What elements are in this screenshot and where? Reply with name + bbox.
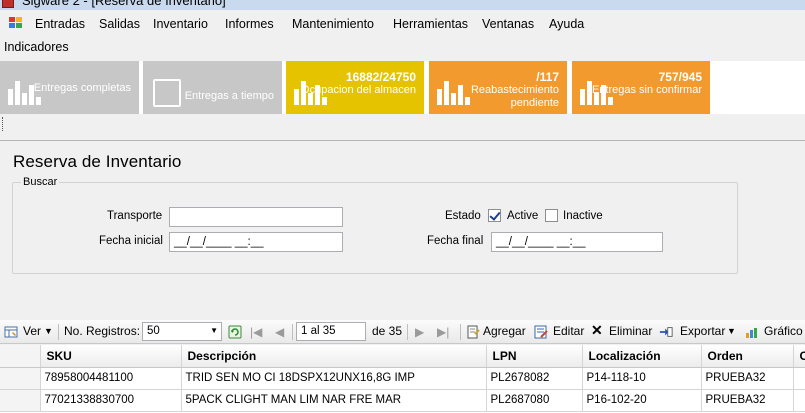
app-window-icon (2, 0, 14, 8)
last-page-icon[interactable]: ▶| (437, 325, 449, 339)
cell-c[interactable] (793, 367, 805, 390)
mdi-window-icon[interactable] (9, 17, 23, 29)
inactive-label[interactable]: Inactive (563, 210, 603, 222)
fecha-inicial-input[interactable]: __/__/____ __:__ (169, 232, 343, 252)
table-row[interactable]: 77021338830700 5PACK CLIGHT MAN LIM NAR … (0, 389, 805, 412)
table-row[interactable]: 78958004481100 TRID SEN MO CI 18DSPX12UN… (0, 367, 805, 390)
transporte-label: Transporte (107, 210, 163, 222)
agregar-button[interactable]: Agregar (483, 324, 526, 338)
indicators-label: Indicadores (4, 40, 69, 54)
menu-bar: Entradas Salidas Inventario Informes Man… (0, 12, 805, 35)
cell-orden[interactable]: PRUEBA32 (701, 389, 794, 412)
active-label[interactable]: Active (507, 210, 538, 222)
registros-label: No. Registros: (64, 324, 141, 338)
delete-icon[interactable]: ✕ (591, 322, 603, 339)
tile-label: Ocupacion del almacen (301, 84, 416, 96)
table-header-row: SKU Descripción LPN Localización Orden C (0, 345, 805, 368)
page-input[interactable]: 1 al 35 (296, 322, 366, 341)
cell-descripcion[interactable]: TRID SEN MO CI 18DSPX12UNX16,8G IMP (181, 367, 487, 390)
tile-label: Entregas sin confirmar (591, 84, 702, 96)
chevron-down-icon: ▼ (210, 326, 218, 335)
tile-label: Entregas a tiempo (184, 90, 274, 102)
fecha-inicial-label: Fecha inicial (99, 235, 163, 247)
fecha-final-label: Fecha final (427, 235, 484, 247)
tile-ocupacion-almacen[interactable]: 16882/24750 Ocupacion del almacen (286, 61, 424, 114)
fecha-final-input[interactable]: __/__/____ __:__ (491, 232, 663, 252)
menu-informes[interactable]: Informes (225, 17, 274, 31)
tile-text: /117 Reabastecimiento pendiente (429, 71, 559, 110)
indicator-tiles: Entregas completas Entregas a tiempo 168… (0, 61, 805, 114)
first-page-icon[interactable]: |◀ (250, 325, 262, 339)
column-header-lpn[interactable]: LPN (486, 345, 583, 368)
tile-label: Reabastecimiento pendiente (470, 84, 559, 109)
prev-page-icon[interactable]: ◀ (275, 325, 284, 339)
tile-text: 757/945 Entregas sin confirmar (592, 71, 702, 97)
cell-sku[interactable]: 78958004481100 (40, 367, 182, 390)
search-panel: Reserva de Inventario Buscar Transporte … (0, 140, 805, 318)
toolbar-grip[interactable] (2, 117, 5, 131)
transporte-input[interactable] (169, 207, 343, 227)
inactive-checkbox[interactable] (545, 209, 558, 222)
chart-icon[interactable] (745, 325, 759, 339)
cell-localizacion[interactable]: P14-118-10 (582, 367, 702, 390)
tile-entregas-sin-confirmar[interactable]: 757/945 Entregas sin confirmar (572, 61, 710, 114)
tile-entregas-completas[interactable]: Entregas completas (0, 61, 139, 114)
row-header-corner[interactable] (0, 345, 41, 368)
active-checkbox[interactable] (488, 209, 501, 222)
column-header-c[interactable]: C (793, 345, 805, 368)
export-icon[interactable] (659, 325, 673, 339)
add-icon[interactable] (466, 325, 480, 339)
search-group-label: Buscar (21, 176, 60, 188)
tile-entregas-a-tiempo[interactable]: Entregas a tiempo (143, 61, 282, 114)
cell-lpn[interactable]: PL2687080 (486, 389, 583, 412)
grid-toolbar: Ver ▼ No. Registros: 50 ▼ |◀ ◀ 1 al 35 d… (0, 320, 805, 344)
tile-text: 16882/24750 Ocupacion del almacen (301, 71, 416, 97)
estado-label: Estado (445, 210, 481, 222)
cell-sku[interactable]: 77021338830700 (40, 389, 182, 412)
column-header-orden[interactable]: Orden (701, 345, 794, 368)
cell-descripcion[interactable]: 5PACK CLIGHT MAN LIM NAR FRE MAR (181, 389, 487, 412)
menu-salidas[interactable]: Salidas (99, 17, 140, 31)
cell-lpn[interactable]: PL2678082 (486, 367, 583, 390)
refresh-icon[interactable] (228, 325, 242, 339)
tile-value: /117 (536, 70, 559, 84)
chevron-down-icon[interactable]: ▼ (44, 326, 53, 336)
page-total: de 35 (372, 324, 403, 338)
tile-value: 757/945 (658, 70, 702, 84)
column-header-localizacion[interactable]: Localización (582, 345, 702, 368)
menu-entradas[interactable]: Entradas (35, 17, 85, 31)
editar-button[interactable]: Editar (553, 324, 584, 338)
registros-value: 50 (147, 325, 160, 337)
column-header-sku[interactable]: SKU (40, 345, 182, 368)
next-page-icon[interactable]: ▶ (415, 325, 424, 339)
clipboard-icon (153, 79, 181, 107)
menu-herramientas[interactable]: Herramientas (393, 17, 468, 31)
search-group: Buscar Transporte Fecha inicial __/__/__… (12, 176, 738, 274)
window-title: Sigware 2 - [Reserva de Inventario] (22, 0, 226, 8)
cell-c[interactable] (793, 389, 805, 412)
row-header[interactable] (0, 389, 41, 412)
row-header[interactable] (0, 367, 41, 390)
ver-button[interactable]: Ver (23, 324, 41, 338)
menu-mantenimiento[interactable]: Mantenimiento (292, 17, 374, 31)
registros-select[interactable]: 50 ▼ (142, 322, 222, 341)
chevron-down-icon[interactable]: ▼ (727, 326, 736, 336)
view-icon[interactable] (4, 325, 18, 339)
page-title: Reserva de Inventario (13, 152, 182, 171)
tile-value: 16882/24750 (345, 70, 416, 84)
eliminar-button[interactable]: Eliminar (609, 324, 652, 338)
menu-ventanas[interactable]: Ventanas (482, 17, 534, 31)
cell-orden[interactable]: PRUEBA32 (701, 367, 794, 390)
column-header-descripcion[interactable]: Descripción (181, 345, 487, 368)
menu-inventario[interactable]: Inventario (153, 17, 208, 31)
cell-localizacion[interactable]: P16-102-20 (582, 389, 702, 412)
tile-reabastecimiento[interactable]: /117 Reabastecimiento pendiente (429, 61, 567, 114)
menu-ayuda[interactable]: Ayuda (549, 17, 584, 31)
tile-label: Entregas completas (33, 82, 131, 94)
window-titlebar: Sigware 2 - [Reserva de Inventario] (0, 0, 805, 10)
grafico-button[interactable]: Gráfico (764, 324, 803, 338)
edit-icon[interactable] (534, 325, 548, 339)
data-grid: SKU Descripción LPN Localización Orden C… (0, 345, 805, 413)
exportar-button[interactable]: Exportar (680, 324, 725, 338)
